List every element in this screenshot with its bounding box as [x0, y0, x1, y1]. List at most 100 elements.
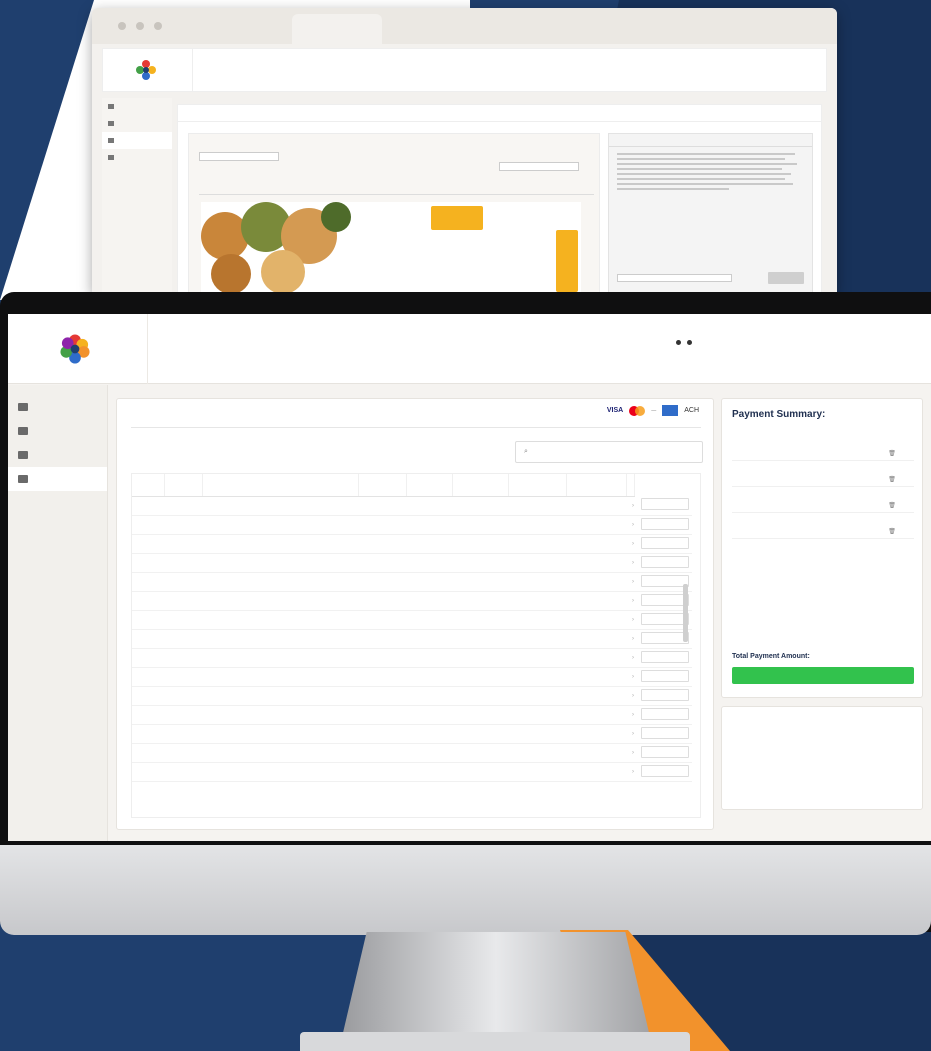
table-row[interactable]: ›	[132, 572, 692, 592]
payment-amount-input[interactable]	[640, 745, 689, 758]
payment-amount-input[interactable]	[640, 536, 689, 549]
table-row[interactable]: ›	[132, 515, 692, 535]
back-sidebar-item[interactable]	[102, 115, 172, 132]
table-scrollbar[interactable]	[683, 584, 688, 642]
expand-arrow-icon[interactable]: ›	[626, 610, 635, 630]
delete-icon[interactable]: 🗑	[882, 450, 902, 457]
invoice-link[interactable]	[132, 572, 164, 592]
column-header[interactable]	[406, 474, 453, 497]
payment-amount-cell	[634, 648, 692, 668]
table-row[interactable]: ›	[132, 629, 692, 649]
invoice-link[interactable]	[132, 534, 164, 554]
expand-arrow-icon[interactable]: ›	[626, 572, 635, 592]
invoice-link[interactable]	[132, 686, 164, 706]
invoice-link[interactable]	[132, 591, 164, 611]
table-row[interactable]: ›	[132, 743, 692, 763]
table-row[interactable]: ›	[132, 591, 692, 611]
invoice-link[interactable]	[132, 629, 164, 649]
payment-amount-input[interactable]	[640, 593, 689, 606]
payment-amount-input[interactable]	[640, 726, 689, 739]
table-row[interactable]: ›	[132, 686, 692, 706]
table-cell	[406, 591, 452, 611]
expand-arrow-icon[interactable]: ›	[626, 743, 635, 763]
sidebar-item-orders[interactable]	[8, 419, 107, 443]
table-row[interactable]: ›	[132, 762, 692, 782]
table-row[interactable]: ›	[132, 534, 692, 554]
payment-amount-input[interactable]	[640, 688, 689, 701]
table-row[interactable]: ›	[132, 553, 692, 573]
delete-icon[interactable]: 🗑	[882, 528, 902, 535]
invoice-link[interactable]	[132, 648, 164, 668]
sidebar-item-billing[interactable]	[8, 467, 107, 491]
payment-amount-input[interactable]	[640, 707, 689, 720]
expand-arrow-icon[interactable]: ›	[626, 686, 635, 706]
table-row[interactable]: ›	[132, 705, 692, 725]
payment-amount-input[interactable]	[640, 631, 689, 644]
column-header[interactable]	[566, 474, 627, 497]
logo[interactable]	[8, 314, 148, 384]
invoice-link[interactable]	[132, 553, 164, 573]
sidebar-item-home[interactable]	[8, 395, 107, 419]
back-select[interactable]	[199, 152, 279, 161]
back-breadcrumb[interactable]	[178, 105, 821, 122]
column-header[interactable]	[508, 474, 567, 497]
expand-arrow-icon[interactable]: ›	[626, 534, 635, 554]
invoice-link[interactable]	[132, 762, 164, 782]
expand-arrow-icon[interactable]: ›	[626, 667, 635, 687]
invoice-link[interactable]	[132, 705, 164, 725]
invoice-link[interactable]	[132, 496, 164, 516]
payment-amount-input[interactable]	[640, 574, 689, 587]
delete-icon[interactable]: 🗑	[882, 502, 902, 509]
back-note-input[interactable]	[617, 274, 732, 282]
pay-now-button[interactable]	[732, 667, 914, 684]
back-sidebar-item[interactable]	[102, 132, 172, 149]
sidebar-item-users[interactable]	[8, 443, 107, 467]
payment-amount-input[interactable]	[640, 498, 689, 511]
column-header[interactable]	[452, 474, 509, 497]
table-row[interactable]: ›	[132, 610, 692, 630]
monitor-stand-base	[300, 1032, 690, 1051]
column-header[interactable]	[132, 474, 165, 497]
customer-contact[interactable]	[676, 340, 692, 345]
invoice-link[interactable]	[132, 515, 164, 535]
table-row[interactable]: ›	[132, 667, 692, 687]
payment-amount-input[interactable]	[640, 764, 689, 777]
invoice-link[interactable]	[132, 610, 164, 630]
invoice-search-input[interactable]: ⌕	[515, 441, 703, 463]
browser-tab[interactable]	[292, 14, 382, 44]
back-sidebar-item[interactable]	[102, 98, 172, 115]
invoice-link[interactable]	[132, 667, 164, 687]
column-header[interactable]	[164, 474, 203, 497]
back-sidebar-item[interactable]	[102, 149, 172, 166]
table-row[interactable]: ›	[132, 724, 692, 744]
expand-arrow-icon[interactable]: ›	[626, 591, 635, 611]
expand-arrow-icon[interactable]: ›	[626, 515, 635, 535]
table-cell	[406, 534, 452, 554]
table-cell	[406, 515, 452, 535]
expand-arrow-icon[interactable]: ›	[626, 629, 635, 649]
expand-arrow-icon[interactable]: ›	[626, 724, 635, 744]
invoice-link[interactable]	[132, 724, 164, 744]
table-cell	[406, 743, 452, 763]
expand-arrow-icon[interactable]: ›	[626, 705, 635, 725]
payment-amount-input[interactable]	[640, 555, 689, 568]
delete-icon[interactable]: 🗑	[882, 476, 902, 483]
expand-arrow-icon[interactable]: ›	[626, 762, 635, 782]
payment-amount-input[interactable]	[640, 612, 689, 625]
expand-arrow-icon[interactable]: ›	[626, 648, 635, 668]
column-header[interactable]	[202, 474, 359, 497]
back-select[interactable]	[499, 162, 579, 171]
invoice-link[interactable]	[132, 743, 164, 763]
payment-amount-input[interactable]	[640, 669, 689, 682]
column-header[interactable]	[358, 474, 407, 497]
payment-amount-input[interactable]	[640, 517, 689, 530]
table-cell	[358, 686, 406, 706]
back-browser-window	[92, 8, 837, 293]
back-submit-button[interactable]	[768, 272, 804, 284]
summary-row: 🗑	[732, 525, 914, 539]
table-row[interactable]: ›	[132, 648, 692, 668]
expand-arrow-icon[interactable]: ›	[626, 496, 635, 516]
expand-arrow-icon[interactable]: ›	[626, 553, 635, 573]
table-row[interactable]: ›	[132, 496, 692, 516]
payment-amount-input[interactable]	[640, 650, 689, 663]
